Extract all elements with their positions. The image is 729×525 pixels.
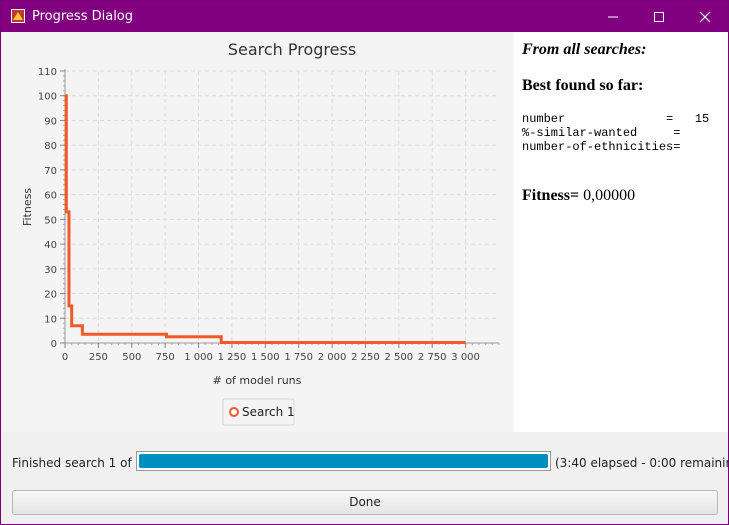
- y-tick-label: 50: [44, 215, 57, 226]
- maximize-button[interactable]: [636, 1, 682, 32]
- progress-dialog: Progress Dialog Search Progress 0 10 20 30 40…: [0, 0, 729, 525]
- y-axis-label: Fitness: [21, 188, 34, 226]
- x-tick-label: 0: [62, 352, 68, 363]
- y-tick-label: 30: [44, 265, 57, 276]
- x-axis-label: # of model runs: [213, 374, 302, 387]
- window-title: Progress Dialog: [32, 9, 134, 24]
- y-tick-label: 100: [38, 92, 57, 103]
- best-results-panel: From all searches: Best found so far: nu…: [514, 32, 728, 432]
- x-tick-label: 1 000: [184, 352, 213, 363]
- maximize-icon: [654, 11, 664, 22]
- x-tick-label: 250: [89, 352, 108, 363]
- x-tick-label: 1 500: [251, 352, 280, 363]
- x-tick-label: 2 750: [418, 352, 447, 363]
- chart-title: Search Progress: [228, 40, 356, 59]
- title-bar[interactable]: Progress Dialog: [1, 1, 728, 32]
- status-label: Finished search 1 of 1:: [12, 456, 148, 470]
- done-button[interactable]: Done: [12, 490, 718, 515]
- best-fitness: Fitness= 0,00000: [522, 187, 635, 205]
- best-found-heading: Best found so far:: [522, 77, 644, 94]
- x-tick-label: 500: [122, 352, 141, 363]
- from-all-searches-heading: From all searches:: [522, 41, 647, 58]
- x-tick-label: 2 500: [385, 352, 414, 363]
- progress-bar: [136, 451, 551, 471]
- y-tick-label: 110: [38, 67, 57, 78]
- fitness-label: Fitness=: [522, 187, 580, 204]
- x-tick-label: 3 000: [451, 352, 480, 363]
- x-tick-label: 2 000: [318, 352, 347, 363]
- best-parameters: number = 15 %-similar-wanted = number-of…: [522, 112, 710, 154]
- x-tick-label: 750: [156, 352, 175, 363]
- progress-fill: [139, 454, 548, 468]
- y-tick-label: 0: [51, 339, 57, 350]
- y-tick-label: 80: [44, 141, 57, 152]
- y-tick-label: 60: [44, 191, 57, 202]
- close-icon: [699, 11, 711, 22]
- fitness-value: 0,00000: [579, 187, 636, 204]
- close-button[interactable]: [682, 1, 728, 32]
- y-tick-label: 90: [44, 116, 57, 127]
- y-tick-label: 10: [44, 314, 57, 325]
- elapsed-text: (3:40 elapsed - 0:00 remaining): [555, 456, 729, 470]
- y-tick-label: 40: [44, 240, 57, 251]
- legend: Search 1: [222, 398, 295, 426]
- y-tick-label: 20: [44, 290, 57, 301]
- minimize-button[interactable]: [590, 1, 636, 32]
- x-tick-label: 2 250: [351, 352, 380, 363]
- x-tick-label: 1 750: [284, 352, 313, 363]
- y-tick-label: 70: [44, 166, 57, 177]
- minimize-icon: [608, 16, 618, 17]
- x-tick-label: 1 250: [218, 352, 247, 363]
- app-icon: [11, 9, 25, 23]
- legend-marker: [229, 407, 239, 417]
- search-progress-chart: Search Progress 0 10 20 30 40 50 60 70 80 90 100 110…: [21, 40, 500, 426]
- chart-panel: Search Progress 0 10 20 30 40 50 60 70 80 90 100 110…: [2, 32, 514, 432]
- legend-label: Search 1: [242, 405, 295, 419]
